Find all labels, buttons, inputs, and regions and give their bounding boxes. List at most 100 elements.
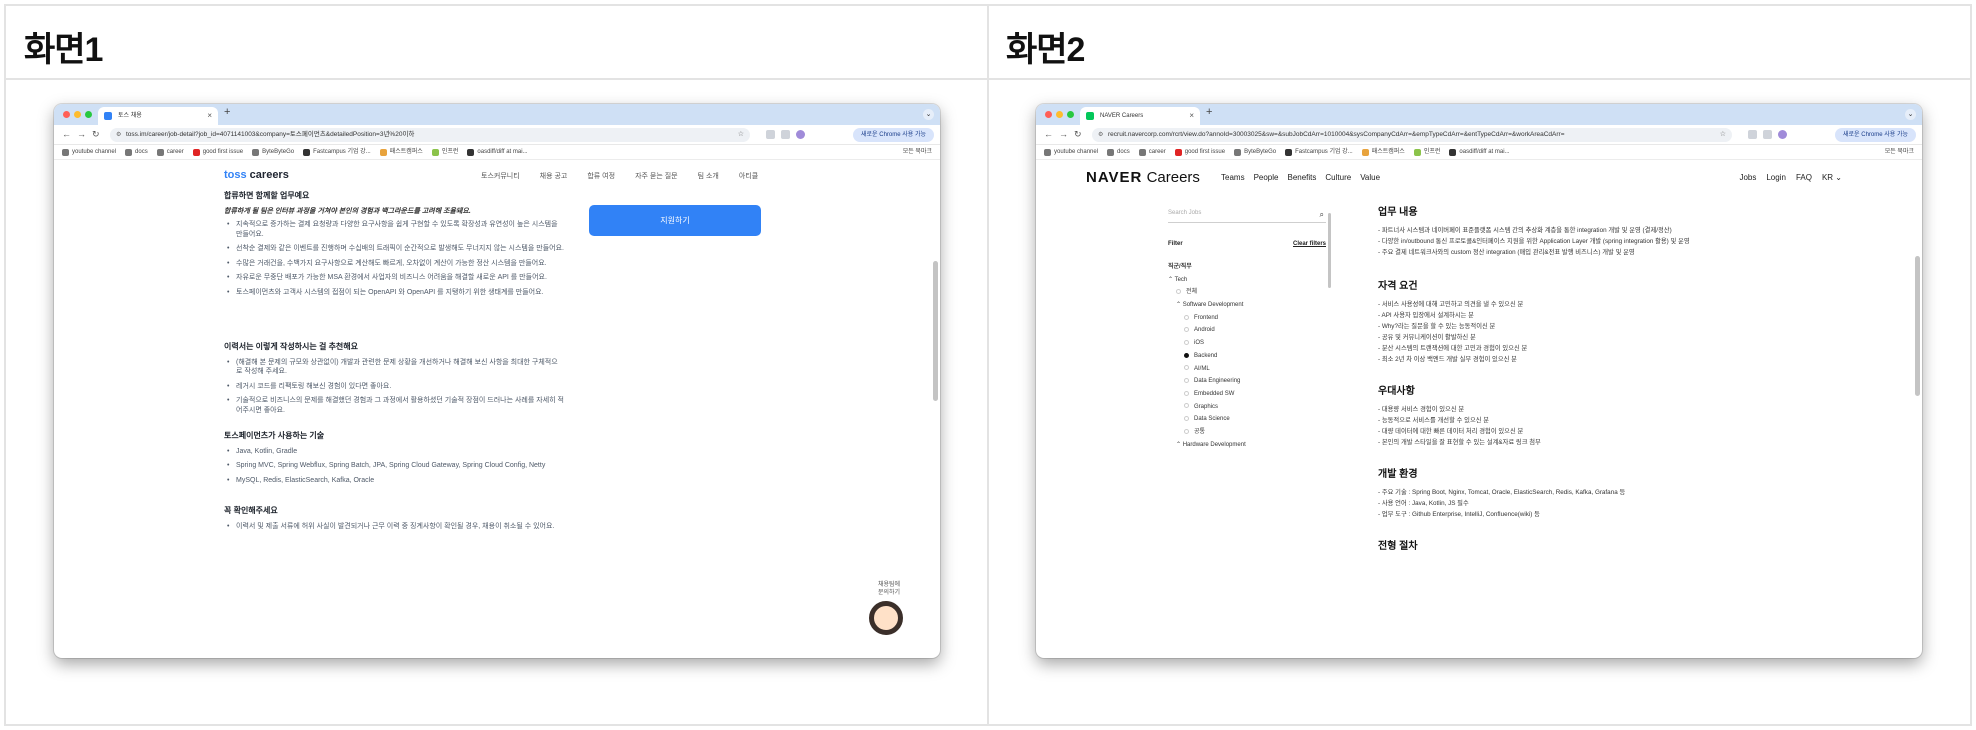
- new-tab-button[interactable]: +: [224, 106, 230, 118]
- contact-recruit-label[interactable]: 채용팀에 문의하기: [869, 581, 909, 597]
- bookmark-item[interactable]: docs: [125, 145, 148, 159]
- bookmark-item[interactable]: youtube channel: [62, 145, 116, 159]
- bookmark-item[interactable]: 인프런: [1413, 145, 1440, 159]
- close-window-button[interactable]: [63, 111, 70, 118]
- zoom-window-button[interactable]: [1067, 111, 1074, 118]
- navigation-buttons[interactable]: ←→↻: [1044, 129, 1088, 140]
- filter-option[interactable]: ⌃ Software Development: [1168, 299, 1318, 312]
- bookmark-item[interactable]: Fastcampus 기업 강...: [303, 145, 371, 159]
- nav-link[interactable]: Value: [1360, 173, 1380, 182]
- radio-icon[interactable]: [1184, 390, 1189, 396]
- filter-option[interactable]: Embedded SW: [1168, 388, 1318, 401]
- nav-link[interactable]: Jobs: [1739, 173, 1756, 182]
- tab-search-button[interactable]: ⌄: [1905, 109, 1916, 120]
- toss-careers-logo[interactable]: toss careers: [224, 169, 289, 181]
- chat-avatar-icon[interactable]: [869, 601, 903, 635]
- nav-link[interactable]: 채용 공고: [540, 171, 568, 181]
- bookmark-item[interactable]: ByteByteGo: [252, 145, 294, 159]
- bookmark-item[interactable]: career: [156, 145, 184, 159]
- radio-icon[interactable]: [1184, 340, 1189, 346]
- bookmark-star-icon[interactable]: ☆: [738, 128, 744, 142]
- clear-filters-link[interactable]: Clear filters: [1293, 241, 1326, 247]
- filter-option[interactable]: Backend: [1168, 350, 1318, 363]
- all-bookmarks-button[interactable]: 모든 북마크: [1885, 145, 1914, 159]
- minimize-window-button[interactable]: [74, 111, 81, 118]
- filter-option[interactable]: Data Engineering: [1168, 375, 1318, 388]
- bookmark-item[interactable]: oasdiff/diff at mai...: [1449, 145, 1510, 159]
- filter-option[interactable]: Graphics: [1168, 401, 1318, 414]
- window-controls[interactable]: [1045, 111, 1074, 118]
- extension-icons[interactable]: [1748, 130, 1787, 139]
- radio-icon[interactable]: [1184, 327, 1189, 333]
- nav-link[interactable]: 팀 소개: [698, 171, 719, 181]
- filter-option[interactable]: ⌃ Tech: [1168, 274, 1318, 287]
- tab-search-button[interactable]: ⌄: [923, 109, 934, 120]
- bookmark-item[interactable]: career: [1138, 145, 1166, 159]
- bookmark-item[interactable]: 패스트캠퍼스: [1361, 145, 1405, 159]
- bookmark-item[interactable]: good first issue: [1174, 145, 1225, 159]
- close-tab-icon[interactable]: ×: [1189, 107, 1194, 125]
- bookmark-item[interactable]: Fastcampus 기업 강...: [1285, 145, 1353, 159]
- nav-link[interactable]: KR ⌄: [1822, 173, 1842, 182]
- filter-option[interactable]: ⌃ Hardware Development: [1168, 439, 1318, 452]
- nav-link[interactable]: Login: [1766, 173, 1786, 182]
- minimize-window-button[interactable]: [1056, 111, 1063, 118]
- new-tab-button[interactable]: +: [1206, 106, 1212, 118]
- browser-tab[interactable]: NAVER Careers ×: [1080, 107, 1200, 125]
- radio-icon[interactable]: [1184, 314, 1189, 320]
- extension-icons[interactable]: [766, 130, 805, 139]
- nav-link[interactable]: FAQ: [1796, 173, 1812, 182]
- site-info-icon[interactable]: ⚙: [116, 128, 121, 142]
- bookmark-item[interactable]: docs: [1107, 145, 1130, 159]
- search-input[interactable]: Search Jobs ⌕: [1168, 210, 1326, 223]
- filter-scrollbar[interactable]: [1328, 213, 1331, 288]
- nav-link[interactable]: Culture: [1325, 173, 1351, 182]
- filter-option[interactable]: 전체: [1168, 286, 1318, 299]
- window-controls[interactable]: [63, 111, 92, 118]
- scrollbar[interactable]: [1915, 256, 1920, 396]
- nav-link[interactable]: 자주 묻는 질문: [635, 171, 678, 181]
- search-icon[interactable]: ⌕: [1320, 210, 1324, 220]
- chrome-update-button[interactable]: 새로운 Chrome 사용 가능: [1835, 128, 1916, 142]
- filter-option[interactable]: 공통: [1168, 426, 1318, 439]
- apply-button[interactable]: 지원하기: [589, 205, 761, 236]
- bookmark-item[interactable]: ByteByteGo: [1234, 145, 1276, 159]
- filter-option[interactable]: Data Science: [1168, 413, 1318, 426]
- chrome-update-button[interactable]: 새로운 Chrome 사용 가능: [853, 128, 934, 142]
- nav-link[interactable]: 토스커뮤니티: [481, 171, 520, 181]
- navigation-buttons[interactable]: ←→↻: [62, 129, 106, 140]
- filter-option[interactable]: Android: [1168, 324, 1318, 337]
- zoom-window-button[interactable]: [85, 111, 92, 118]
- radio-icon[interactable]: [1184, 416, 1189, 422]
- nav-link[interactable]: Benefits: [1287, 173, 1316, 182]
- nav-link[interactable]: People: [1254, 173, 1279, 182]
- chevron-icon[interactable]: ⌃: [1176, 442, 1183, 448]
- bookmark-item[interactable]: 패스트캠퍼스: [379, 145, 423, 159]
- scrollbar[interactable]: [933, 261, 938, 401]
- radio-icon[interactable]: [1184, 403, 1189, 409]
- radio-icon[interactable]: [1184, 378, 1189, 384]
- bookmark-item[interactable]: good first issue: [192, 145, 243, 159]
- bookmark-item[interactable]: youtube channel: [1044, 145, 1098, 159]
- naver-careers-logo[interactable]: NAVER Careers: [1086, 169, 1200, 186]
- chevron-icon[interactable]: ⌃: [1176, 302, 1183, 308]
- bookmark-star-icon[interactable]: ☆: [1720, 128, 1726, 142]
- radio-icon[interactable]: [1176, 289, 1181, 295]
- url-field[interactable]: ⚙ toss.im/career/job-detail?job_id=40711…: [110, 128, 750, 142]
- close-window-button[interactable]: [1045, 111, 1052, 118]
- nav-link[interactable]: 합류 여정: [587, 171, 615, 181]
- browser-tab[interactable]: 토스 채용 ×: [98, 107, 218, 125]
- radio-icon[interactable]: [1184, 428, 1189, 434]
- close-tab-icon[interactable]: ×: [207, 107, 212, 125]
- url-field[interactable]: ⚙ recruit.navercorp.com/rcrt/view.do?ann…: [1092, 128, 1732, 142]
- bookmark-item[interactable]: 인프런: [431, 145, 458, 159]
- nav-link[interactable]: 아티클: [739, 171, 758, 181]
- radio-icon[interactable]: [1184, 352, 1189, 358]
- filter-option[interactable]: AI/ML: [1168, 363, 1318, 376]
- filter-option[interactable]: Frontend: [1168, 312, 1318, 325]
- nav-link[interactable]: Teams: [1221, 173, 1245, 182]
- chevron-icon[interactable]: ⌃: [1168, 277, 1175, 283]
- filter-option[interactable]: iOS: [1168, 337, 1318, 350]
- all-bookmarks-button[interactable]: 모든 북마크: [903, 145, 932, 159]
- site-info-icon[interactable]: ⚙: [1098, 128, 1103, 142]
